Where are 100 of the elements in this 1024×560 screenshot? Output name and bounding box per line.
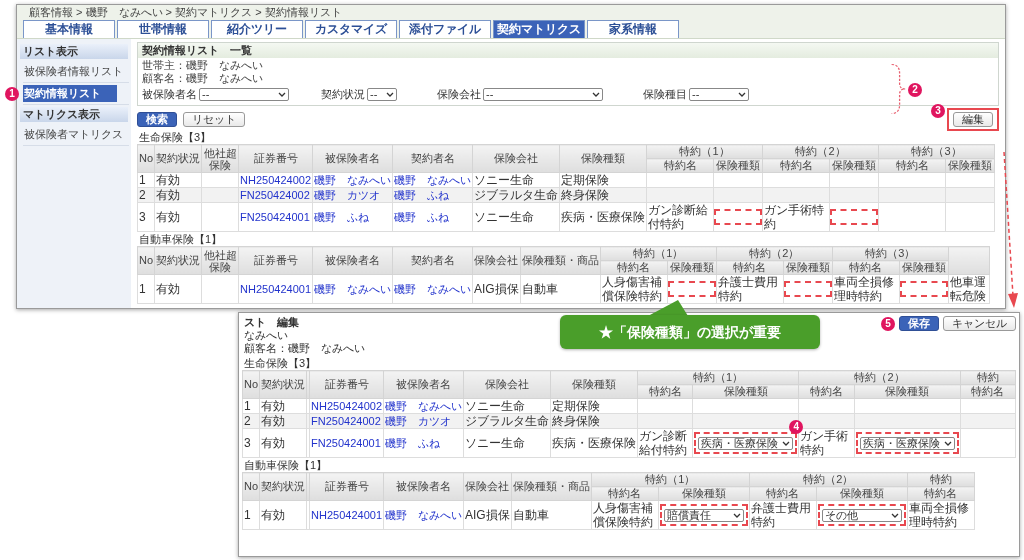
column-group-header: 特約（1） (637, 370, 799, 385)
tab[interactable]: 契約マトリクス (493, 20, 585, 38)
customer-name: 顧客名：磯野 なみへい (243, 342, 365, 356)
type-dropdown[interactable]: 疾病・医療保険 (698, 436, 794, 450)
curly-brace (890, 63, 906, 115)
tab[interactable]: 紹介ツリー (211, 20, 303, 38)
table-cell: ガン診断給付特約 (637, 428, 693, 458)
link-cell[interactable]: NH250424001 (238, 274, 313, 304)
link-cell[interactable]: 磯野 なみへい (392, 274, 473, 304)
table-cell: ソニー生命 (463, 398, 551, 414)
column-header: 保険種類 (550, 370, 638, 399)
table-cell: 弁護士費用特約 (749, 500, 817, 530)
table-cell: ガン手術特約 (762, 202, 830, 232)
column-header: 保険種類 (559, 144, 647, 173)
column-header: 証券番号 (309, 472, 384, 501)
column-group-header: 特約（3） (832, 246, 949, 261)
column-header: No (137, 144, 155, 173)
step-number-badge: 5 (881, 316, 895, 331)
link-cell[interactable]: 磯野 ふね (392, 202, 473, 232)
column-header: 保険種類・商品 (520, 246, 601, 275)
table-cell: 自動車 (511, 500, 592, 530)
link-cell[interactable]: 磯野 ふね (312, 202, 393, 232)
sidebar-item[interactable]: 契約情報リスト (23, 85, 117, 102)
table-cell: 他車運転危険 (948, 274, 990, 304)
tab[interactable]: カスタマイズ (305, 20, 397, 38)
step-number-badge: 1 (5, 87, 19, 101)
sidebar-item[interactable]: 被保険者情報リスト (23, 63, 124, 80)
caret-icon (592, 91, 600, 97)
table-cell: 定期保険 (550, 398, 638, 414)
table-cell: 1 (137, 172, 155, 188)
link-cell[interactable]: 磯野 なみへい (392, 172, 473, 188)
save-button[interactable]: 保存 (899, 316, 939, 331)
column-group-header: 特約 (960, 370, 1016, 385)
caret-icon (386, 91, 394, 97)
link-cell[interactable]: NH250424001 (309, 500, 384, 530)
link-cell[interactable]: 磯野 ふね (383, 428, 464, 458)
column-group-header: 特約（3） (878, 144, 995, 159)
step-number-badge: 3 (931, 103, 945, 118)
type-dropdown[interactable]: 疾病・医療保険 (859, 436, 955, 450)
column-header: 保険会社 (472, 144, 560, 173)
column-header: 被保険者名 (383, 472, 464, 501)
column-group-header: 特約（2） (762, 144, 879, 159)
table-cell: 車両全損修理時特約 (907, 500, 975, 530)
link-cell[interactable]: 磯野 なみへい (383, 500, 464, 530)
tab[interactable]: 添付ファイル (399, 20, 491, 38)
panel-title: 契約情報リスト 一覧 (138, 43, 998, 58)
cancel-button[interactable]: キャンセル (943, 316, 1016, 331)
table-cell: 有効 (154, 274, 202, 304)
tab[interactable]: 基本情報 (23, 20, 115, 38)
edit-button[interactable]: 編集 (953, 111, 993, 127)
tab[interactable]: 家系情報 (587, 20, 679, 38)
column-group-header: 特約 (907, 472, 975, 487)
filter-dropdown[interactable]: -- (367, 87, 397, 101)
filter-dropdown[interactable]: -- (483, 87, 603, 101)
link-cell[interactable]: NH250424002 (309, 398, 384, 414)
table-cell: ガン手術特約 (798, 428, 855, 458)
table-cell: AIG損保 (472, 274, 521, 304)
column-header: 被保険者名 (383, 370, 464, 399)
filter-label: 保険会社 (437, 87, 481, 101)
reset-button[interactable]: リセット (183, 111, 245, 127)
column-header: 契約者名 (392, 144, 473, 173)
page-title: スト 編集 (243, 316, 300, 329)
link-cell[interactable]: FN250424001 (238, 202, 313, 232)
filter-dropdown[interactable]: -- (689, 87, 749, 101)
filter-label: 被保険者名 (142, 88, 197, 101)
filter-label: 保険種目 (643, 87, 687, 101)
table-caption: 生命保険【3】 (243, 357, 318, 370)
tab[interactable]: 世帯情報 (117, 20, 209, 38)
column-group-header: 特約（2） (749, 472, 908, 487)
link-cell[interactable]: FN250424001 (309, 428, 384, 458)
link-cell[interactable]: NH250424002 (238, 172, 313, 188)
column-header: 保険会社 (463, 472, 512, 501)
sidebar-item[interactable]: 被保険者マトリクス (23, 126, 124, 143)
column-group-header: 特約（1） (591, 472, 750, 487)
table-caption: 自動車保険【1】 (138, 233, 224, 246)
filter-label: 契約状況 (321, 87, 365, 101)
column-header: 証券番号 (238, 246, 313, 275)
table-cell: ソニー生命 (463, 428, 551, 458)
link-cell[interactable]: 磯野 なみへい (383, 398, 464, 414)
column-header: 被保険者名 (312, 144, 393, 173)
column-header: 契約状況 (154, 246, 202, 275)
table-cell: AIG損保 (463, 500, 512, 530)
column-header: 証券番号 (238, 144, 313, 173)
column-header: 他社超保険 (201, 246, 239, 275)
link-cell[interactable]: 磯野 なみへい (312, 274, 393, 304)
column-group-header: 特約（2） (798, 370, 961, 385)
type-dropdown[interactable]: 賠償責任 (663, 508, 744, 522)
column-header: No (242, 472, 260, 501)
filter-dropdown[interactable]: -- (199, 88, 289, 101)
table-caption: 自動車保険【1】 (243, 459, 329, 472)
caret-icon (943, 440, 952, 446)
table-cell: 有効 (154, 172, 202, 188)
link-cell[interactable]: 磯野 なみへい (312, 172, 393, 188)
table-cell: 自動車 (520, 274, 601, 304)
search-button[interactable]: 検索 (137, 111, 177, 127)
table-caption: 生命保険【3】 (138, 131, 213, 144)
type-dropdown[interactable]: その他 (821, 508, 902, 522)
sidebar-heading: マトリクス表示 (20, 107, 128, 122)
table-cell: 人身傷害補償保険特約 (591, 500, 659, 530)
table-cell: 弁護士費用特約 (716, 274, 784, 304)
